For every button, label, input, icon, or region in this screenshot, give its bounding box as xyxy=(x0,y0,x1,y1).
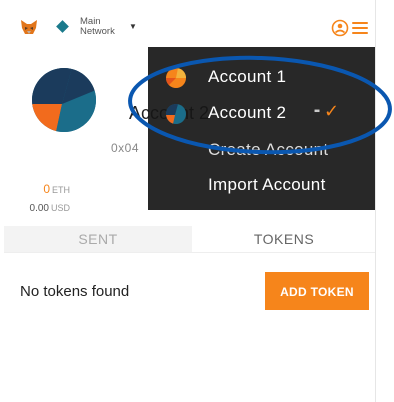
account-1-avatar-icon xyxy=(166,68,186,88)
account-address[interactable]: 0x04 xyxy=(111,141,139,155)
eth-unit: ETH xyxy=(52,185,70,195)
wallet-popup: Main Network ▼ Account 2 0x04 0ETH 0.00U… xyxy=(4,0,376,402)
tab-tokens[interactable]: TOKENS xyxy=(192,226,376,252)
menu-item-import-account[interactable]: Import Account xyxy=(148,167,376,203)
menu-item-account-2[interactable]: Account 2 ▪▪ ✓ xyxy=(148,95,376,131)
add-token-button[interactable]: ADD TOKEN xyxy=(265,272,369,310)
account-2-avatar-icon xyxy=(166,104,186,124)
avatar xyxy=(32,68,96,132)
tab-bar: SENT TOKENS xyxy=(4,226,376,252)
network-label-network: Network xyxy=(80,26,115,37)
metamask-fox-icon[interactable] xyxy=(20,19,38,35)
eth-balance-value: 0 xyxy=(43,182,50,196)
tab-sent[interactable]: SENT xyxy=(4,226,192,252)
checkmark-icon: ✓ xyxy=(324,101,340,121)
account-switcher-icon[interactable] xyxy=(331,19,349,37)
account-2-marker: ▪▪ xyxy=(314,106,320,117)
network-selector[interactable]: Main Network xyxy=(80,17,115,37)
balance: 0 ETH 0.00 USD xyxy=(4,180,70,216)
chevron-down-icon[interactable]: ▼ xyxy=(129,22,137,31)
empty-tokens-message: No tokens found xyxy=(20,283,130,300)
menu-item-account-1[interactable]: Account 1 xyxy=(148,59,376,95)
menu-item-create-account[interactable]: Create Account xyxy=(148,131,376,167)
hamburger-menu-icon[interactable] xyxy=(352,22,368,34)
menu-item-label: Create Account xyxy=(208,140,329,159)
menu-item-label: Import Account xyxy=(208,175,326,194)
top-bar: Main Network ▼ xyxy=(4,0,376,48)
network-diamond-icon xyxy=(56,20,69,33)
divider xyxy=(375,0,376,402)
account-dropdown-menu: Account 1 Account 2 ▪▪ ✓ Create Account … xyxy=(148,47,376,210)
usd-unit: USD xyxy=(50,203,70,213)
divider xyxy=(4,252,376,253)
menu-item-label: Account 2 xyxy=(208,103,287,122)
usd-balance-value: 0.00 xyxy=(29,203,49,214)
menu-item-label: Account 1 xyxy=(208,67,287,86)
